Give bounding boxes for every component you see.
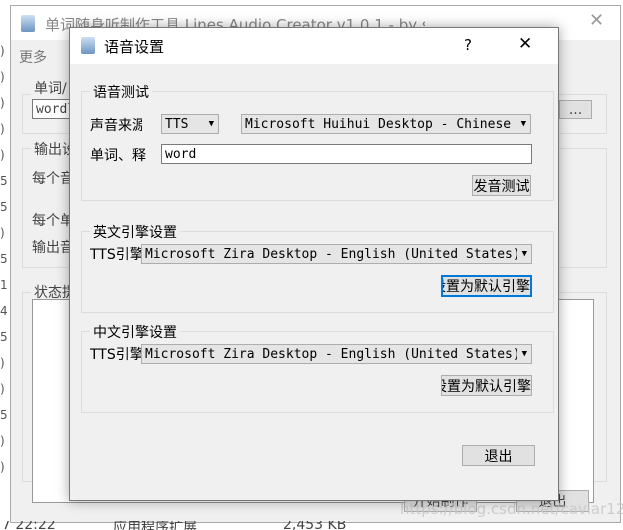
voice-test-label: 语音测试 (90, 82, 152, 102)
english-engine-label: 英文引擎设置 (90, 222, 180, 242)
watermark: https://blog.csdn.net/caviar126 (400, 500, 623, 518)
chinese-engine-field-label: TTS引擎 (90, 347, 142, 363)
test-pronunciation-button[interactable]: 发音测试 (472, 175, 531, 196)
app-icon (21, 15, 35, 32)
output-label-3: 输出音 (32, 240, 74, 256)
file-time: 7 22:22 (2, 521, 56, 530)
strip-char: 4 (0, 304, 8, 318)
output-label-2: 每个单 (32, 213, 74, 229)
file-row: 7 22:22 应用程序扩展 2,453 KB (0, 521, 623, 530)
words-group-label: 单词/ (31, 78, 70, 98)
strip-char: ) (0, 434, 5, 448)
strip-char: ) (0, 44, 5, 58)
strip-char: ) (0, 356, 5, 370)
strip-char: 5 (0, 252, 8, 266)
source-value: TTS (165, 116, 189, 132)
chevron-down-icon: ▼ (521, 249, 527, 259)
word-label: 单词、释 (90, 148, 146, 164)
chinese-engine-select[interactable]: Microsoft Zira Desktop - English (United… (141, 344, 532, 364)
output-label-1: 每个音 (32, 171, 74, 187)
strip-char: ) (0, 96, 5, 110)
strip-char: ) (0, 460, 5, 474)
close-button[interactable]: ✕ (518, 34, 532, 54)
dialog-title: 语音设置 (104, 38, 165, 56)
english-engine-select[interactable]: Microsoft Zira Desktop - English (United… (141, 244, 532, 264)
strip-char: ) (0, 382, 5, 396)
file-type: 应用程序扩展 (113, 521, 197, 530)
chevron-down-icon: ▼ (520, 119, 526, 129)
chevron-down-icon: ▼ (521, 349, 527, 359)
chinese-engine-label: 中文引擎设置 (90, 322, 180, 342)
dialog-icon (81, 37, 95, 54)
word-input[interactable]: word (161, 144, 532, 164)
browse-button[interactable]: ... (559, 100, 592, 119)
strip-char: ) (0, 70, 5, 84)
chinese-engine-value: Microsoft Zira Desktop - English (United… (145, 346, 517, 362)
strip-char: ) (0, 148, 5, 162)
strip-char: ) (0, 226, 5, 240)
voice-select[interactable]: Microsoft Huihui Desktop - Chinese ▼ (241, 114, 531, 134)
source-select[interactable]: TTS ▼ (161, 114, 219, 134)
source-label: 声音来源 (90, 118, 142, 134)
close-icon[interactable]: ✕ (589, 10, 604, 31)
voice-settings-dialog: 语音设置 ? ✕ 语音测试 声音来源 TTS ▼ Microsoft Huihui… (69, 27, 559, 501)
strip-char: 5 (0, 174, 8, 188)
strip-char: 5 (0, 408, 8, 422)
strip-char: ) (0, 122, 5, 136)
chevron-down-icon: ▼ (208, 119, 214, 129)
left-strip: ))))) 5 5) 5 1 4 5)) 5)) (0, 38, 10, 480)
dialog-title-bar: 语音设置 ? ✕ (70, 28, 558, 64)
file-size: 2,453 KB (283, 521, 347, 530)
chinese-set-default-button[interactable]: 设置为默认引擎 (441, 375, 532, 396)
help-button[interactable]: ? (464, 36, 472, 54)
voice-value: Microsoft Huihui Desktop - Chinese (245, 116, 512, 132)
english-engine-value: Microsoft Zira Desktop - English (United… (145, 246, 517, 262)
english-set-default-button[interactable]: 设置为默认引擎 (441, 275, 532, 297)
dialog-exit-button[interactable]: 退出 (462, 445, 535, 466)
english-engine-field-label: TTS引擎 (90, 247, 142, 263)
strip-char: 1 (0, 278, 8, 292)
strip-char: 5 (0, 200, 8, 214)
strip-char: 5 (0, 330, 8, 344)
menu-more[interactable]: 更多 (19, 47, 47, 67)
